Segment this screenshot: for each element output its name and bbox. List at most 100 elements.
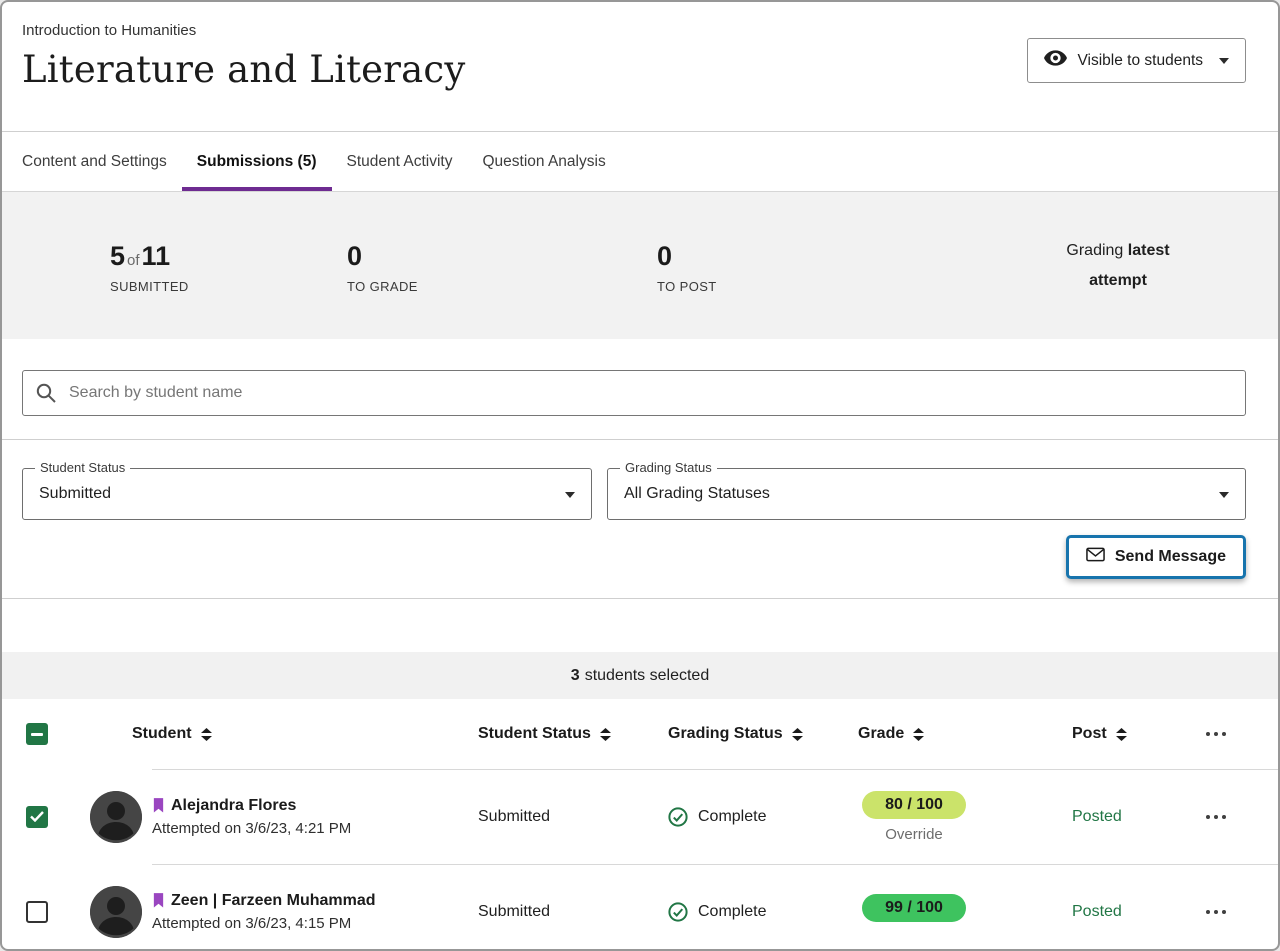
student-name-link[interactable]: Alejandra Flores — [152, 797, 351, 815]
assessment-grading-page: Introduction to Humanities Literature an… — [0, 0, 1280, 951]
row-checkbox[interactable] — [26, 806, 48, 828]
stat-submitted-label: SUBMITTED — [110, 279, 347, 294]
check-mark-icon — [30, 811, 44, 822]
sort-icon — [600, 728, 611, 741]
stat-to-grade-label: TO GRADE — [347, 279, 657, 294]
tab-student-activity[interactable]: Student Activity — [332, 132, 468, 191]
submitted-total: 11 — [142, 241, 171, 271]
grading-note: Grading latest attempt — [1043, 236, 1193, 296]
avatar — [90, 791, 142, 843]
grading-status-text: Complete — [698, 903, 766, 921]
chevron-down-icon — [1219, 58, 1229, 64]
stats-bar: 5of11 SUBMITTED 0 TO GRADE 0 TO POST Gra… — [2, 192, 1278, 339]
eye-icon — [1044, 50, 1067, 71]
filter-row: Student Status Submitted Grading Status … — [22, 468, 1246, 520]
column-header-student-status[interactable]: Student Status — [462, 725, 652, 743]
search-icon — [36, 383, 56, 408]
grade-cell: 99 / 100 — [842, 894, 1022, 930]
student-cell: Alejandra Flores Attempted on 3/6/23, 4:… — [66, 791, 462, 843]
column-label: Grade — [858, 725, 904, 743]
filters-section: Student Status Submitted Grading Status … — [2, 439, 1278, 599]
stat-to-post: 0 TO POST — [657, 237, 717, 294]
grade-max: / 100 — [907, 899, 943, 916]
attempt-timestamp: Attempted on 3/6/23, 4:21 PM — [152, 820, 351, 837]
stat-submitted: 5of11 SUBMITTED — [110, 237, 347, 294]
column-header-post[interactable]: Post — [1022, 725, 1192, 743]
header: Introduction to Humanities Literature an… — [2, 2, 1278, 132]
grading-status-label: Grading Status — [620, 460, 717, 475]
course-breadcrumb: Introduction to Humanities — [22, 22, 465, 39]
stat-to-post-label: TO POST — [657, 279, 717, 294]
grading-note-prefix: Grading — [1066, 242, 1123, 259]
grade-cell: 80 / 100 Override — [842, 791, 1022, 843]
student-status-value: Submitted — [23, 469, 591, 519]
stat-submitted-value: 5of11 — [110, 241, 347, 272]
student-name-link[interactable]: Zeen | Farzeen Muhammad — [152, 892, 376, 910]
grade-max: / 100 — [907, 796, 943, 813]
send-message-row: Send Message — [22, 535, 1246, 579]
avatar — [90, 886, 142, 938]
page-title: Literature and Literacy — [22, 48, 465, 91]
send-message-label: Send Message — [1115, 548, 1226, 566]
student-status-cell: Submitted — [462, 903, 652, 921]
student-status-label: Student Status — [35, 460, 130, 475]
indeterminate-mark — [31, 733, 43, 736]
grade-pill[interactable]: 80 / 100 — [862, 791, 966, 819]
selection-summary: 3 students selected — [2, 652, 1278, 699]
grading-status-value: All Grading Statuses — [608, 469, 1245, 519]
select-all-checkbox[interactable] — [26, 723, 48, 745]
tab-question-analysis[interactable]: Question Analysis — [467, 132, 620, 191]
attempt-timestamp: Attempted on 3/6/23, 4:15 PM — [152, 915, 376, 932]
selected-suffix: students selected — [585, 667, 710, 685]
visibility-button[interactable]: Visible to students — [1027, 38, 1246, 83]
grade-value: 99 — [885, 899, 903, 916]
complete-check-icon — [668, 902, 688, 922]
student-text: Alejandra Flores Attempted on 3/6/23, 4:… — [152, 797, 351, 837]
column-label: Student — [132, 725, 192, 743]
grade-value: 80 — [885, 796, 903, 813]
student-status-cell: Submitted — [462, 808, 652, 826]
send-message-button[interactable]: Send Message — [1066, 535, 1246, 579]
table-row: Zeen | Farzeen Muhammad Attempted on 3/6… — [2, 864, 1278, 951]
search-bar — [22, 370, 1246, 416]
to-grade-count: 0 — [347, 241, 657, 272]
column-header-grade[interactable]: Grade — [842, 725, 1022, 743]
tab-bar: Content and Settings Submissions (5) Stu… — [2, 132, 1278, 192]
grading-status-select[interactable]: Grading Status All Grading Statuses — [607, 468, 1246, 520]
to-post-count: 0 — [657, 241, 717, 272]
student-text: Zeen | Farzeen Muhammad Attempted on 3/6… — [152, 892, 376, 932]
tab-submissions[interactable]: Submissions (5) — [182, 132, 332, 191]
stat-to-grade: 0 TO GRADE — [347, 237, 657, 294]
complete-check-icon — [668, 807, 688, 827]
student-status-select[interactable]: Student Status Submitted — [22, 468, 592, 520]
chevron-down-icon — [565, 492, 575, 498]
submitted-count: 5 — [110, 241, 125, 271]
submitted-of: of — [125, 252, 142, 269]
table-options-menu[interactable] — [1192, 722, 1278, 746]
column-header-student[interactable]: Student — [66, 725, 462, 743]
sort-icon — [913, 728, 924, 741]
student-name: Alejandra Flores — [171, 797, 296, 815]
row-select-cell — [2, 806, 66, 828]
grading-status-text: Complete — [698, 808, 766, 826]
row-options-menu[interactable] — [1192, 805, 1278, 829]
table-header-row: Student Student Status Grading Status Gr… — [2, 699, 1278, 769]
row-checkbox[interactable] — [26, 901, 48, 923]
column-header-grading-status[interactable]: Grading Status — [652, 725, 842, 743]
row-options-menu[interactable] — [1192, 900, 1278, 924]
tab-content-and-settings[interactable]: Content and Settings — [22, 132, 182, 191]
search-input[interactable] — [22, 370, 1246, 416]
grading-status-cell: Complete — [652, 902, 842, 922]
sort-icon — [792, 728, 803, 741]
grade-pill[interactable]: 99 / 100 — [862, 894, 966, 922]
header-titles: Introduction to Humanities Literature an… — [22, 22, 465, 91]
override-label: Override — [885, 826, 943, 843]
visibility-label: Visible to students — [1077, 52, 1203, 70]
column-label: Grading Status — [668, 725, 783, 743]
sort-icon — [1116, 728, 1127, 741]
select-all-cell — [2, 723, 66, 745]
post-status[interactable]: Posted — [1022, 808, 1192, 826]
post-status[interactable]: Posted — [1022, 903, 1192, 921]
student-cell: Zeen | Farzeen Muhammad Attempted on 3/6… — [66, 886, 462, 938]
column-label: Student Status — [478, 725, 591, 743]
